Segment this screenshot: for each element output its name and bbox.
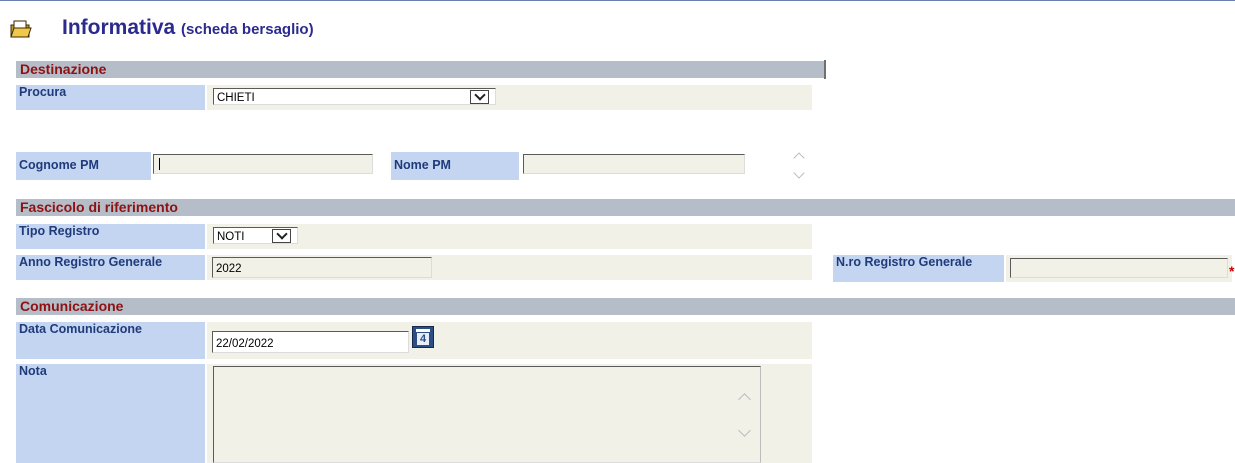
text-caret — [159, 158, 160, 170]
nome-pm-input[interactable] — [523, 154, 745, 174]
section-divider — [824, 60, 826, 79]
chevron-up-icon — [738, 393, 751, 406]
tipo-registro-label: Tipo Registro — [16, 224, 205, 249]
nro-registro-label: N.ro Registro Generale — [833, 255, 1004, 282]
nota-scrollbar[interactable] — [737, 390, 751, 440]
procura-select-value: CHIETI — [217, 92, 255, 104]
section-fascicolo: Fascicolo di riferimento — [16, 199, 1235, 216]
required-marker: * — [1229, 263, 1235, 279]
cognome-pm-input[interactable] — [153, 154, 373, 174]
section-comunicazione: Comunicazione — [16, 298, 1235, 315]
anno-registro-value: 2022 — [216, 263, 242, 275]
procura-label: Procura — [16, 85, 205, 110]
page-title-text: Informativa — [62, 16, 176, 39]
nota-textarea[interactable] — [213, 366, 761, 463]
calendar-icon[interactable]: 4 — [412, 326, 434, 348]
chevron-down-icon — [275, 228, 288, 240]
tipo-registro-dropdown-button[interactable] — [272, 228, 291, 243]
chevron-down-icon — [793, 167, 805, 179]
top-border — [0, 0, 1235, 1]
tipo-registro-value: NOTI — [217, 231, 245, 243]
anno-registro-label: Anno Registro Generale — [16, 255, 205, 280]
data-comunicazione-value: 22/02/2022 — [216, 338, 274, 350]
open-folder-icon — [10, 19, 32, 39]
chevron-up-icon — [793, 152, 805, 164]
calendar-header — [416, 329, 430, 332]
nome-pm-label: Nome PM — [391, 152, 519, 180]
cognome-pm-label: Cognome PM — [16, 152, 151, 180]
data-comunicazione-label: Data Comunicazione — [16, 322, 205, 359]
pm-scroll-spinner[interactable] — [792, 150, 806, 182]
section-fascicolo-title: Fascicolo di riferimento — [20, 199, 178, 215]
data-comunicazione-input[interactable]: 22/02/2022 — [212, 331, 409, 353]
nro-registro-input[interactable] — [1010, 258, 1228, 278]
section-destinazione-title: Destinazione — [20, 61, 107, 77]
page-subtitle: (scheda bersaglio) — [181, 21, 314, 38]
tipo-registro-select[interactable]: NOTI — [213, 227, 298, 244]
anno-registro-input[interactable]: 2022 — [212, 257, 432, 278]
procura-select[interactable]: CHIETI — [213, 88, 496, 105]
chevron-down-icon — [473, 89, 486, 101]
calendar-day: 4 — [417, 333, 429, 345]
procura-dropdown-button[interactable] — [470, 89, 489, 104]
page-title: Informativa (scheda bersaglio) — [62, 16, 314, 40]
chevron-down-icon — [738, 424, 751, 437]
section-destinazione: Destinazione — [16, 61, 826, 78]
section-comunicazione-title: Comunicazione — [20, 298, 124, 314]
nota-label: Nota — [16, 364, 205, 463]
